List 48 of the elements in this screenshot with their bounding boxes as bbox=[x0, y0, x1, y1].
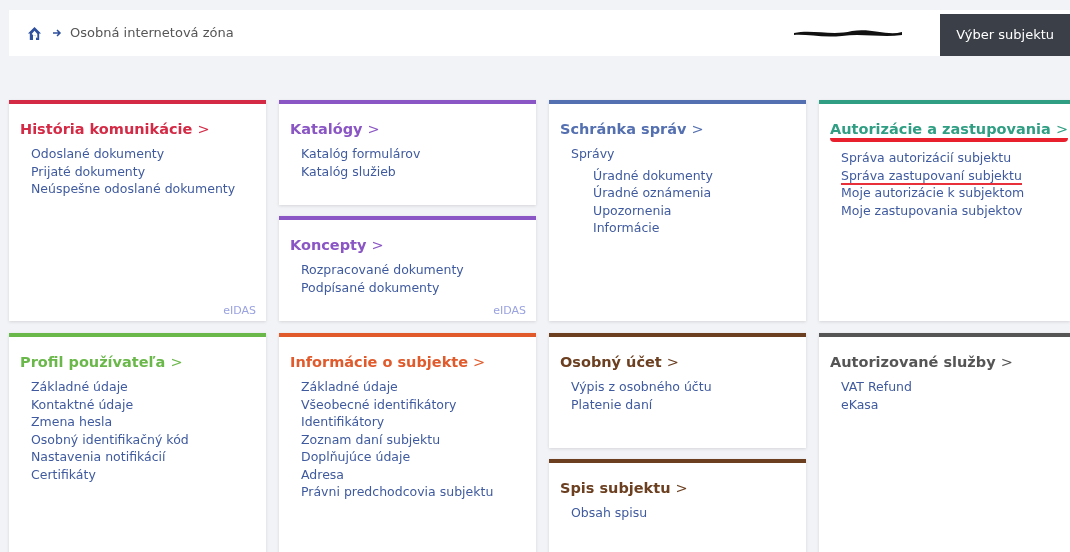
menu-link[interactable]: eKasa bbox=[841, 396, 879, 414]
menu-link[interactable]: Katalóg služieb bbox=[301, 163, 396, 181]
card-title-link[interactable]: Osobný účet > bbox=[560, 353, 679, 371]
menu-link[interactable]: Základné údaje bbox=[301, 379, 398, 397]
menu-link[interactable]: Platenie daní bbox=[571, 396, 653, 414]
menu-link[interactable]: Kontaktné údaje bbox=[31, 396, 134, 414]
menu-link[interactable]: Správy bbox=[571, 146, 615, 164]
menu-link[interactable]: Správa zastupovaní subjektu bbox=[841, 167, 1022, 185]
menu-link[interactable]: Všeobecné identifikátory bbox=[301, 396, 457, 414]
card-title-link[interactable]: Katalógy > bbox=[290, 120, 380, 138]
menu-link[interactable]: Výpis z osobného účtu bbox=[571, 379, 712, 397]
menu-link[interactable]: Upozornenia bbox=[593, 202, 672, 220]
card-title-link[interactable]: Spis subjektu > bbox=[560, 478, 688, 497]
menu-link[interactable]: Identifikátory bbox=[301, 414, 385, 432]
menu-link[interactable]: Neúspešne odoslané dokumenty bbox=[31, 181, 236, 199]
card-title-link[interactable]: Koncepty > bbox=[290, 236, 384, 254]
select-subject-button[interactable]: Výber subjektu bbox=[940, 14, 1070, 56]
menu-link[interactable]: Katalóg formulárov bbox=[301, 146, 421, 164]
eidas-label: eIDAS bbox=[493, 302, 526, 319]
menu-link[interactable]: Doplňujúce údaje bbox=[301, 449, 411, 467]
menu-link[interactable]: Rozpracované dokumenty bbox=[301, 262, 464, 280]
menu-link[interactable]: Moje zastupovania subjektov bbox=[841, 202, 1023, 220]
card-title-link[interactable]: Autorizované služby > bbox=[830, 353, 1013, 371]
menu-link[interactable]: Prijaté dokumenty bbox=[31, 163, 146, 181]
card-title-link[interactable]: Schránka správ > bbox=[560, 120, 704, 138]
card-title-link[interactable]: Informácie o subjekte > bbox=[290, 353, 486, 371]
menu-link[interactable]: Zoznam daní subjektu bbox=[301, 431, 441, 449]
menu-link[interactable]: Nastavenia notifikácií bbox=[31, 449, 166, 467]
card-title-link[interactable]: História komunikácie > bbox=[20, 120, 210, 138]
menu-link[interactable]: Právni predchodcovia subjektu bbox=[301, 484, 494, 502]
menu-link[interactable]: Úradné oznámenia bbox=[593, 185, 712, 203]
menu-link[interactable]: Zmena hesla bbox=[31, 414, 113, 432]
eidas-label: eIDAS bbox=[223, 302, 256, 319]
menu-link[interactable]: Obsah spisu bbox=[571, 504, 648, 522]
menu-link[interactable]: Základné údaje bbox=[31, 379, 128, 397]
menu-link[interactable]: VAT Refund bbox=[841, 379, 912, 397]
home-icon[interactable] bbox=[27, 25, 42, 41]
breadcrumb-link[interactable]: Osobná internetová zóna bbox=[70, 23, 234, 43]
menu-link[interactable]: Adresa bbox=[301, 466, 344, 484]
menu-link[interactable]: Odoslané dokumenty bbox=[31, 146, 165, 164]
menu-link[interactable]: Osobný identifikačný kód bbox=[31, 431, 189, 449]
menu-link[interactable]: Správa autorizácií subjektu bbox=[841, 150, 1012, 168]
menu-link[interactable]: Moje autorizácie k subjektom bbox=[841, 185, 1025, 203]
arrow-icon bbox=[52, 28, 62, 38]
menu-link[interactable]: Podpísané dokumenty bbox=[301, 279, 440, 297]
menu-link[interactable]: Úradné dokumenty bbox=[593, 167, 713, 185]
menu-link[interactable]: Informácie bbox=[593, 220, 660, 238]
menu-link[interactable]: Certifikáty bbox=[31, 466, 96, 484]
